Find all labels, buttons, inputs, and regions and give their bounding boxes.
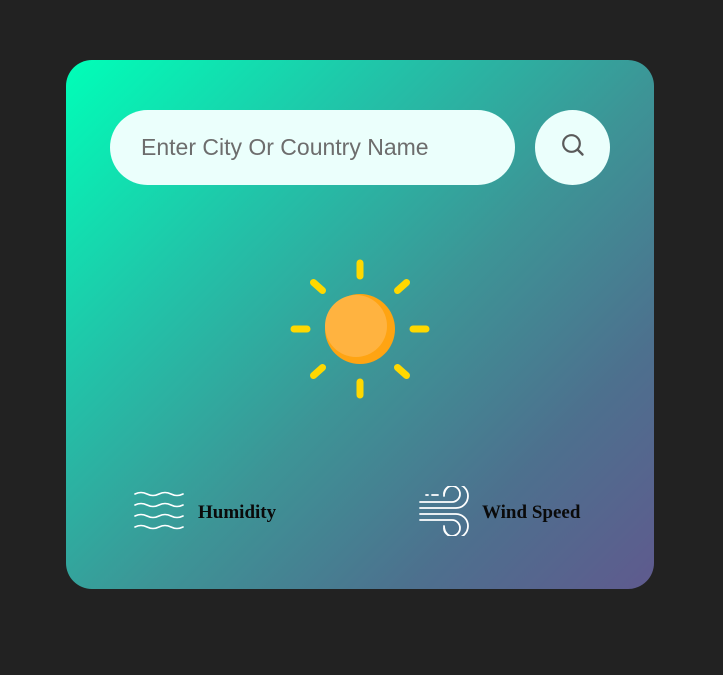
search-icon	[561, 133, 585, 157]
humidity-label: Humidity	[198, 502, 277, 523]
humidity-icon	[134, 489, 186, 538]
sun-icon	[290, 259, 430, 399]
wind-icon	[418, 482, 470, 541]
search-input[interactable]	[110, 110, 515, 185]
search-button[interactable]	[535, 110, 610, 185]
humidity-section: Humidity	[134, 488, 276, 538]
wind-section: Wind Speed	[418, 482, 581, 541]
weather-card: Humidity Wind Speed	[66, 60, 654, 589]
wind-speed-label: Wind Speed	[482, 502, 581, 523]
